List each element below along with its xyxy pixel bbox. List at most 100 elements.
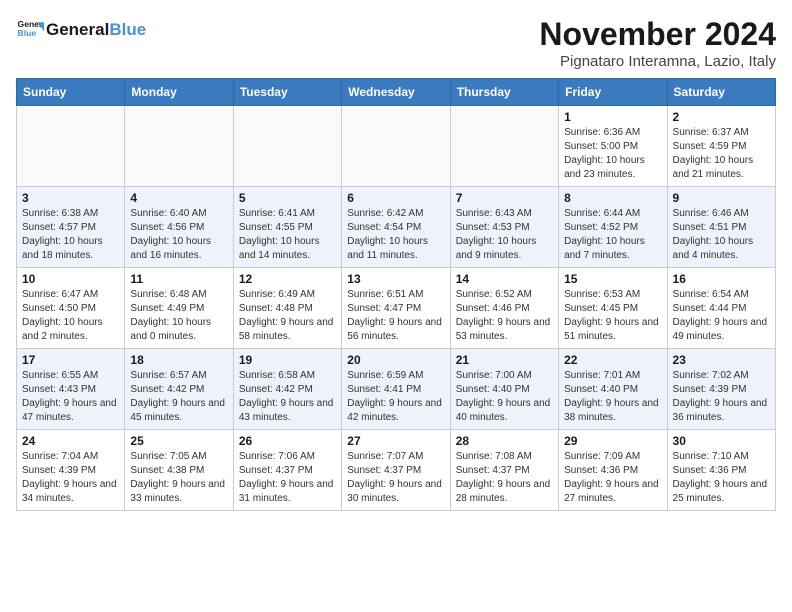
calendar-cell: 25Sunrise: 7:05 AM Sunset: 4:38 PM Dayli… (125, 430, 233, 511)
weekday-header: Sunday (17, 79, 125, 106)
day-number: 10 (22, 272, 119, 286)
day-number: 26 (239, 434, 336, 448)
weekday-header: Monday (125, 79, 233, 106)
calendar-cell: 17 Sunrise: 6:55 AM Sunset: 4:43 PM Dayli… (17, 349, 125, 430)
calendar-cell: 16 Sunrise: 6:54 AM Sunset: 4:44 PM Dayli… (667, 268, 775, 349)
weekday-header: Friday (559, 79, 667, 106)
day-number: 14 (456, 272, 553, 286)
calendar-cell (17, 106, 125, 187)
day-number: 8 (564, 191, 661, 205)
day-number: 7 (456, 191, 553, 205)
calendar-cell: 12 Sunrise: 6:49 AM Sunset: 4:48 PM Dayli… (233, 268, 341, 349)
calendar-cell: 15 Sunrise: 6:53 AM Sunset: 4:45 PM Dayli… (559, 268, 667, 349)
day-number: 21 (456, 353, 553, 367)
day-detail: Sunrise: 6:53 AM Sunset: 4:45 PM Dayligh… (564, 288, 661, 344)
day-detail: Sunrise: 6:52 AM Sunset: 4:46 PM Dayligh… (456, 288, 553, 344)
calendar-cell: 10 Sunrise: 6:47 AM Sunset: 4:50 PM Dayli… (17, 268, 125, 349)
day-number: 3 (22, 191, 119, 205)
day-number: 11 (130, 272, 227, 286)
calendar-cell: 27 Sunrise: 7:07 AM Sunset: 4:37 PM Dayli… (342, 430, 450, 511)
calendar-week-row: 24 Sunrise: 7:04 AM Sunset: 4:39 PM Dayli… (17, 430, 776, 511)
day-detail: Sunrise: 7:06 AM Sunset: 4:37 PM Dayligh… (239, 450, 336, 506)
svg-text:Blue: Blue (18, 28, 37, 38)
day-detail: Sunrise: 7:02 AM Sunset: 4:39 PM Dayligh… (673, 369, 770, 425)
day-detail: Sunrise: 6:36 AM Sunset: 5:00 PM Dayligh… (564, 126, 661, 182)
day-detail: Sunrise: 7:00 AM Sunset: 4:40 PM Dayligh… (456, 369, 553, 425)
calendar-cell: 8 Sunrise: 6:44 AM Sunset: 4:52 PM Daylig… (559, 187, 667, 268)
day-detail: Sunrise: 6:46 AM Sunset: 4:51 PM Dayligh… (673, 207, 770, 263)
day-detail: Sunrise: 6:59 AM Sunset: 4:41 PM Dayligh… (347, 369, 444, 425)
day-number: 20 (347, 353, 444, 367)
day-detail: Sunrise: 6:42 AM Sunset: 4:54 PM Dayligh… (347, 207, 444, 263)
calendar-cell: 4Sunrise: 6:40 AM Sunset: 4:56 PM Daylig… (125, 187, 233, 268)
day-number: 12 (239, 272, 336, 286)
calendar-cell: 9 Sunrise: 6:46 AM Sunset: 4:51 PM Daylig… (667, 187, 775, 268)
day-detail: Sunrise: 6:55 AM Sunset: 4:43 PM Dayligh… (22, 369, 119, 425)
calendar-week-row: 3 Sunrise: 6:38 AM Sunset: 4:57 PM Daylig… (17, 187, 776, 268)
logo-icon: General Blue (16, 16, 44, 44)
day-number: 27 (347, 434, 444, 448)
calendar-cell: 19 Sunrise: 6:58 AM Sunset: 4:42 PM Dayli… (233, 349, 341, 430)
day-number: 24 (22, 434, 119, 448)
weekday-header-row: SundayMondayTuesdayWednesdayThursdayFrid… (17, 79, 776, 106)
day-number: 1 (564, 110, 661, 124)
day-detail: Sunrise: 6:41 AM Sunset: 4:55 PM Dayligh… (239, 207, 336, 263)
day-detail: Sunrise: 6:43 AM Sunset: 4:53 PM Dayligh… (456, 207, 553, 263)
day-number: 22 (564, 353, 661, 367)
calendar-table: SundayMondayTuesdayWednesdayThursdayFrid… (16, 78, 776, 511)
calendar-cell (125, 106, 233, 187)
calendar-cell: 1 Sunrise: 6:36 AM Sunset: 5:00 PM Daylig… (559, 106, 667, 187)
day-detail: Sunrise: 7:10 AM Sunset: 4:36 PM Dayligh… (673, 450, 770, 506)
day-detail: Sunrise: 7:05 AM Sunset: 4:38 PM Dayligh… (130, 450, 227, 506)
calendar-cell: 11 Sunrise: 6:48 AM Sunset: 4:49 PM Dayli… (125, 268, 233, 349)
day-number: 9 (673, 191, 770, 205)
calendar-cell: 13 Sunrise: 6:51 AM Sunset: 4:47 PM Dayli… (342, 268, 450, 349)
day-number: 19 (239, 353, 336, 367)
calendar-cell (342, 106, 450, 187)
day-detail: Sunrise: 6:44 AM Sunset: 4:52 PM Dayligh… (564, 207, 661, 263)
calendar-cell: 18Sunrise: 6:57 AM Sunset: 4:42 PM Dayli… (125, 349, 233, 430)
calendar-cell: 7 Sunrise: 6:43 AM Sunset: 4:53 PM Daylig… (450, 187, 558, 268)
day-number: 17 (22, 353, 119, 367)
weekday-header: Tuesday (233, 79, 341, 106)
day-detail: Sunrise: 7:08 AM Sunset: 4:37 PM Dayligh… (456, 450, 553, 506)
calendar-cell: 29 Sunrise: 7:09 AM Sunset: 4:36 PM Dayli… (559, 430, 667, 511)
day-detail: Sunrise: 7:04 AM Sunset: 4:39 PM Dayligh… (22, 450, 119, 506)
day-number: 23 (673, 353, 770, 367)
day-number: 28 (456, 434, 553, 448)
calendar-cell: 6Sunrise: 6:42 AM Sunset: 4:54 PM Daylig… (342, 187, 450, 268)
calendar-cell: 30Sunrise: 7:10 AM Sunset: 4:36 PM Dayli… (667, 430, 775, 511)
calendar-cell: 14 Sunrise: 6:52 AM Sunset: 4:46 PM Dayli… (450, 268, 558, 349)
calendar-cell (233, 106, 341, 187)
weekday-header: Saturday (667, 79, 775, 106)
logo-general: General (46, 20, 109, 40)
day-number: 2 (673, 110, 770, 124)
day-detail: Sunrise: 6:54 AM Sunset: 4:44 PM Dayligh… (673, 288, 770, 344)
day-detail: Sunrise: 7:07 AM Sunset: 4:37 PM Dayligh… (347, 450, 444, 506)
day-number: 5 (239, 191, 336, 205)
day-detail: Sunrise: 7:09 AM Sunset: 4:36 PM Dayligh… (564, 450, 661, 506)
day-detail: Sunrise: 6:51 AM Sunset: 4:47 PM Dayligh… (347, 288, 444, 344)
location-subtitle: Pignataro Interamna, Lazio, Italy (539, 53, 776, 70)
day-detail: Sunrise: 6:37 AM Sunset: 4:59 PM Dayligh… (673, 126, 770, 182)
title-block: November 2024 Pignataro Interamna, Lazio… (539, 16, 776, 70)
weekday-header: Thursday (450, 79, 558, 106)
day-detail: Sunrise: 6:47 AM Sunset: 4:50 PM Dayligh… (22, 288, 119, 344)
month-title: November 2024 (539, 16, 776, 53)
day-detail: Sunrise: 6:58 AM Sunset: 4:42 PM Dayligh… (239, 369, 336, 425)
logo-blue: Blue (109, 20, 146, 40)
logo: General Blue General Blue (16, 16, 146, 44)
day-number: 16 (673, 272, 770, 286)
day-number: 29 (564, 434, 661, 448)
calendar-cell: 5 Sunrise: 6:41 AM Sunset: 4:55 PM Daylig… (233, 187, 341, 268)
calendar-cell: 24 Sunrise: 7:04 AM Sunset: 4:39 PM Dayli… (17, 430, 125, 511)
day-number: 13 (347, 272, 444, 286)
page-header: General Blue General Blue November 2024 … (16, 16, 776, 70)
day-detail: Sunrise: 6:48 AM Sunset: 4:49 PM Dayligh… (130, 288, 227, 344)
day-number: 15 (564, 272, 661, 286)
weekday-header: Wednesday (342, 79, 450, 106)
day-detail: Sunrise: 6:49 AM Sunset: 4:48 PM Dayligh… (239, 288, 336, 344)
calendar-week-row: 17 Sunrise: 6:55 AM Sunset: 4:43 PM Dayli… (17, 349, 776, 430)
calendar-cell: 20 Sunrise: 6:59 AM Sunset: 4:41 PM Dayli… (342, 349, 450, 430)
day-detail: Sunrise: 6:38 AM Sunset: 4:57 PM Dayligh… (22, 207, 119, 263)
